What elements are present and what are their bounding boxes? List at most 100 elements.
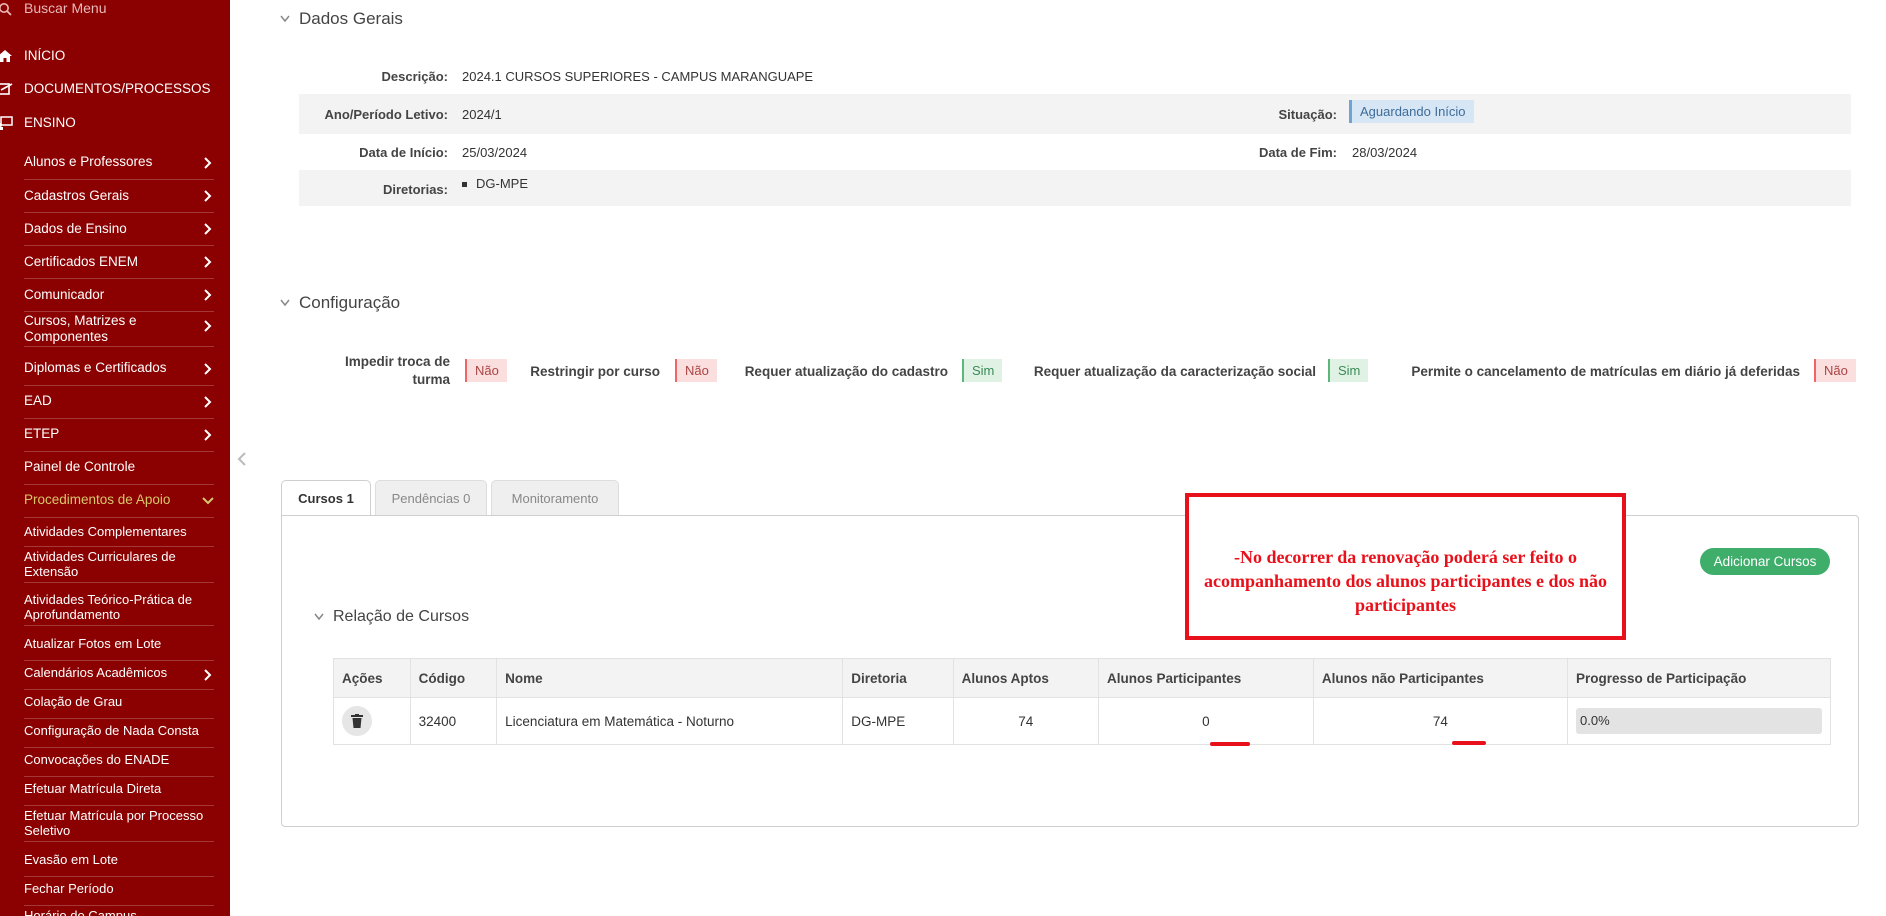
sidebar-subitem[interactable]: Fechar Período (24, 877, 214, 906)
diretoria-cell: DG-MPE (842, 697, 954, 745)
alunos-aptos-cell[interactable]: 74 (952, 697, 1100, 745)
section-relacao-cursos[interactable]: Relação de Cursos (314, 607, 469, 627)
chevron-down-icon (280, 15, 290, 23)
chevron-right-icon (204, 363, 212, 375)
chevron-down-icon (202, 497, 214, 505)
sidebar: Buscar Menu INÍCIO DOCUMENTOS/PROCESSOS … (0, 0, 230, 916)
sidebar-subitem-label: Atividades Complementares (24, 524, 187, 539)
sidebar-item-certificados-enem[interactable]: Certificados ENEM (24, 246, 214, 279)
diretorias-label: Diretorias: (382, 182, 448, 197)
codigo-cell: 32400 (409, 697, 498, 745)
sidebar-subitem[interactable]: Configuração de Nada Consta (24, 719, 214, 748)
alunos-participantes-value[interactable]: 0 (1202, 714, 1210, 729)
column-header[interactable]: Diretoria (842, 658, 954, 698)
table-header-row: Ações Código Nome Diretoria Alunos Aptos… (333, 658, 1831, 698)
annotation-box: -No decorrer da renovação poderá ser fei… (1185, 493, 1626, 640)
menu-ensino[interactable]: ENSINO (0, 111, 230, 135)
chevron-right-icon (204, 429, 212, 441)
section-title: Dados Gerais (299, 9, 403, 28)
sidebar-subitem[interactable]: Convocações do ENADE (24, 748, 214, 777)
sidebar-subitem[interactable]: Evasão em Lote (24, 848, 214, 877)
sidebar-subitem[interactable]: Atividades Teórico-Prática de Aprofundam… (24, 590, 214, 626)
sidebar-item-dados-ensino[interactable]: Dados de Ensino (24, 213, 214, 246)
home-icon (0, 50, 12, 62)
chevron-right-icon (204, 157, 212, 169)
config-label: Impedir troca de turma (344, 354, 450, 387)
search-icon (0, 3, 12, 16)
section-dados-gerais[interactable]: Dados Gerais (280, 9, 403, 29)
courses-table: Ações Código Nome Diretoria Alunos Aptos… (333, 658, 1831, 745)
sidebar-item-painel-controle[interactable]: Painel de Controle (24, 452, 214, 485)
bullet-icon (462, 182, 467, 188)
sidebar-subitem[interactable]: Colação de Grau (24, 690, 214, 719)
config-label: Permite o cancelamento de matrículas em … (1411, 364, 1800, 379)
menu-search[interactable]: Buscar Menu (0, 0, 230, 18)
data-inicio-label: Data de Início: (359, 145, 448, 160)
column-header[interactable]: Alunos não Participantes (1312, 658, 1569, 698)
tab-cursos[interactable]: Cursos 1 (281, 480, 371, 517)
config-value-badge: Não (1814, 359, 1856, 382)
sidebar-item-label: Painel de Controle (24, 459, 136, 474)
config-value-badge: Sim (1328, 359, 1369, 382)
sidebar-item-alunos-professores[interactable]: Alunos e Professores (24, 147, 214, 180)
sidebar-item-label: Dados de Ensino (24, 221, 127, 236)
menu-inicio-label: INÍCIO (24, 48, 66, 63)
nome-cell: Licenciatura em Matemática - Noturno (496, 697, 844, 745)
progresso-cell: 0.0% (1567, 697, 1831, 745)
sidebar-subitem[interactable]: Atualizar Fotos em Lote (24, 632, 214, 661)
sidebar-item-label: EAD (24, 393, 52, 408)
collapse-sidebar-icon[interactable] (236, 452, 248, 466)
sidebar-subitem[interactable]: Atividades Complementares (24, 518, 214, 547)
column-header[interactable]: Alunos Participantes (1098, 658, 1314, 698)
tab-pendencias[interactable]: Pendências 0 (375, 480, 487, 516)
sidebar-item-label: Cursos, Matrizes e Componentes (24, 313, 137, 344)
sidebar-item-etep[interactable]: ETEP (24, 419, 214, 452)
diretorias-list-item: DG-MPE (462, 176, 528, 191)
sidebar-item-label: Comunicador (24, 287, 105, 302)
alunos-nao-participantes-cell[interactable]: 74 (1312, 697, 1569, 745)
sidebar-item-comunicador[interactable]: Comunicador (24, 279, 214, 312)
actions-cell (333, 697, 411, 745)
annotation-underline (1452, 741, 1486, 745)
menu-documentos[interactable]: DOCUMENTOS/PROCESSOS (0, 77, 230, 101)
annotation-text: -No decorrer da renovação poderá ser fei… (1203, 547, 1608, 615)
alunos-nao-participantes-value[interactable]: 74 (1433, 714, 1448, 729)
column-header[interactable]: Progresso de Participação (1567, 658, 1831, 698)
sidebar-subitem[interactable]: Atividades Curriculares de Extensão (24, 547, 214, 583)
sidebar-item-label: Alunos e Professores (24, 154, 153, 169)
config-label: Requer atualização da caracterização soc… (1033, 364, 1316, 379)
info-row-datas: Data de Início: 25/03/2024 Data de Fim: … (299, 134, 1851, 170)
sidebar-subitem[interactable]: Efetuar Matrícula Direta (24, 777, 214, 806)
column-header[interactable]: Ações (333, 658, 411, 698)
sidebar-subitem-label: Calendários Acadêmicos (24, 665, 168, 680)
chevron-right-icon (204, 396, 212, 408)
info-row-diretorias: Diretorias: DG-MPE (299, 170, 1851, 206)
table-row: 32400 Licenciatura em Matemática - Notur… (333, 697, 1831, 745)
sidebar-subitem[interactable]: Calendários Acadêmicos (24, 661, 214, 690)
sidebar-subitem[interactable]: Efetuar Matrícula por Processo Seletivo (24, 806, 214, 842)
ano-label: Ano/Período Letivo: (324, 107, 449, 122)
sidebar-subitem[interactable]: Horário do Campus (24, 906, 214, 916)
sidebar-subitem-label: Colação de Grau (24, 694, 123, 709)
sidebar-subitem-label: Efetuar Matrícula por Processo Seletivo (24, 808, 204, 838)
chevron-right-icon (204, 190, 212, 202)
column-header[interactable]: Nome (496, 658, 844, 698)
sidebar-item-cursos-matrizes[interactable]: Cursos, Matrizes e Componentes (24, 312, 214, 347)
sidebar-item-procedimentos-apoio[interactable]: Procedimentos de Apoio (24, 485, 214, 518)
add-courses-button[interactable]: Adicionar Cursos (1700, 548, 1830, 575)
column-header[interactable]: Código (409, 658, 498, 698)
column-header[interactable]: Alunos Aptos (952, 658, 1100, 698)
documents-icon (0, 83, 13, 95)
sidebar-item-ead[interactable]: EAD (24, 386, 214, 419)
config-value-badge: Não (675, 359, 717, 382)
sidebar-item-label: Procedimentos de Apoio (24, 492, 171, 507)
tab-monitoramento[interactable]: Monitoramento (491, 480, 619, 516)
alunos-participantes-cell[interactable]: 0 (1098, 697, 1314, 745)
delete-button[interactable] (342, 706, 372, 736)
section-configuracao[interactable]: Configuração (280, 293, 400, 313)
menu-inicio[interactable]: INÍCIO (0, 44, 230, 68)
annotation-underline (1210, 742, 1250, 746)
sidebar-subitem-label: Fechar Período (24, 881, 114, 896)
sidebar-item-cadastros-gerais[interactable]: Cadastros Gerais (24, 180, 214, 213)
sidebar-item-diplomas[interactable]: Diplomas e Certificados (24, 353, 214, 386)
